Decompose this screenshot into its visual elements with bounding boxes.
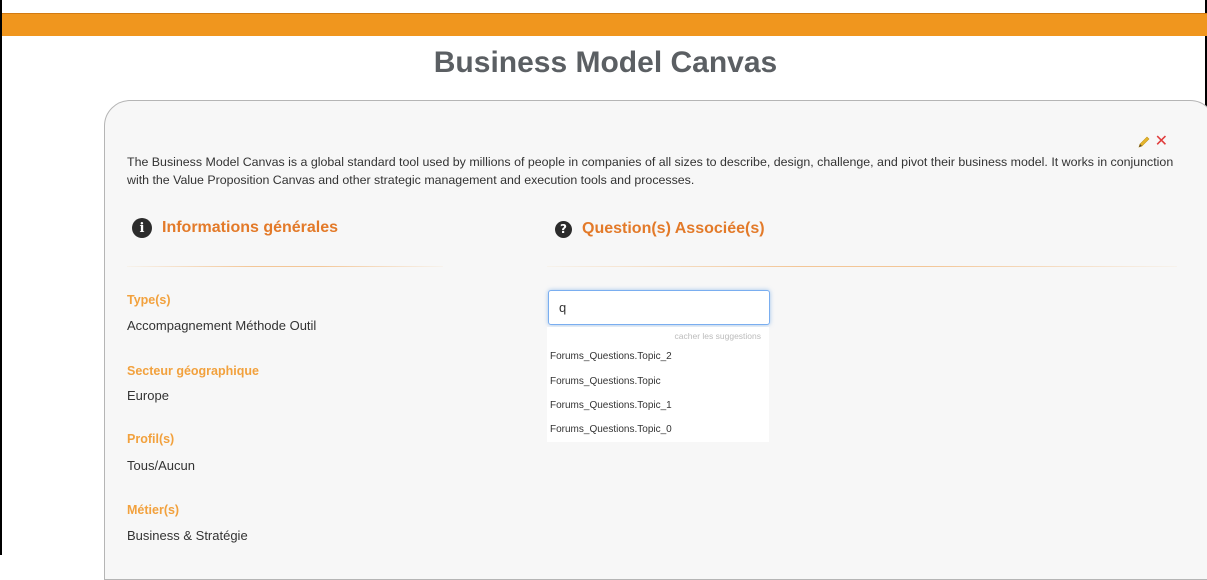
card-description: The Business Model Canvas is a global st…	[127, 155, 1174, 187]
info-divider	[127, 266, 443, 267]
hide-suggestions-link[interactable]: cacher les suggestions	[675, 331, 761, 341]
page-frame: Business Model Canvas ✕ The Business Mod…	[0, 0, 1207, 580]
info-section-heading: i Informations générales	[132, 218, 338, 238]
field-label-sector: Secteur géographique	[127, 364, 259, 378]
content-card: ✕ The Business Model Canvas is a global …	[104, 100, 1207, 580]
close-icon[interactable]: ✕	[1155, 134, 1168, 150]
suggestions-dropdown: cacher les suggestions Forums_Questions.…	[547, 327, 769, 442]
suggestion-item[interactable]: Forums_Questions.Topic_1	[550, 400, 672, 411]
pencil-icon[interactable]	[1137, 135, 1151, 149]
top-bar	[2, 13, 1207, 36]
suggestion-item[interactable]: Forums_Questions.Topic_2	[550, 351, 672, 362]
questions-heading-label: Question(s) Associée(s)	[582, 220, 765, 237]
field-label-profiles: Profil(s)	[127, 432, 175, 446]
field-value-jobs: Business & Stratégie	[127, 528, 248, 543]
suggestion-item[interactable]: Forums_Questions.Topic	[550, 376, 661, 387]
field-value-profiles: Tous/Aucun	[127, 458, 195, 473]
suggestion-item[interactable]: Forums_Questions.Topic_0	[550, 424, 672, 435]
info-icon: i	[132, 218, 152, 238]
page-title: Business Model Canvas	[433, 46, 778, 79]
question-icon: ?	[555, 220, 572, 238]
info-heading-label: Informations générales	[162, 219, 339, 236]
card-actions: ✕	[1137, 134, 1168, 150]
questions-section-heading: ? Question(s) Associée(s)	[555, 220, 765, 238]
field-label-jobs: Métier(s)	[127, 503, 180, 517]
questions-divider	[547, 266, 1177, 267]
question-search-input[interactable]	[548, 290, 770, 325]
field-value-types: Accompagnement Méthode Outil	[127, 318, 317, 333]
field-label-types: Type(s)	[127, 293, 171, 307]
field-value-sector: Europe	[127, 388, 169, 403]
